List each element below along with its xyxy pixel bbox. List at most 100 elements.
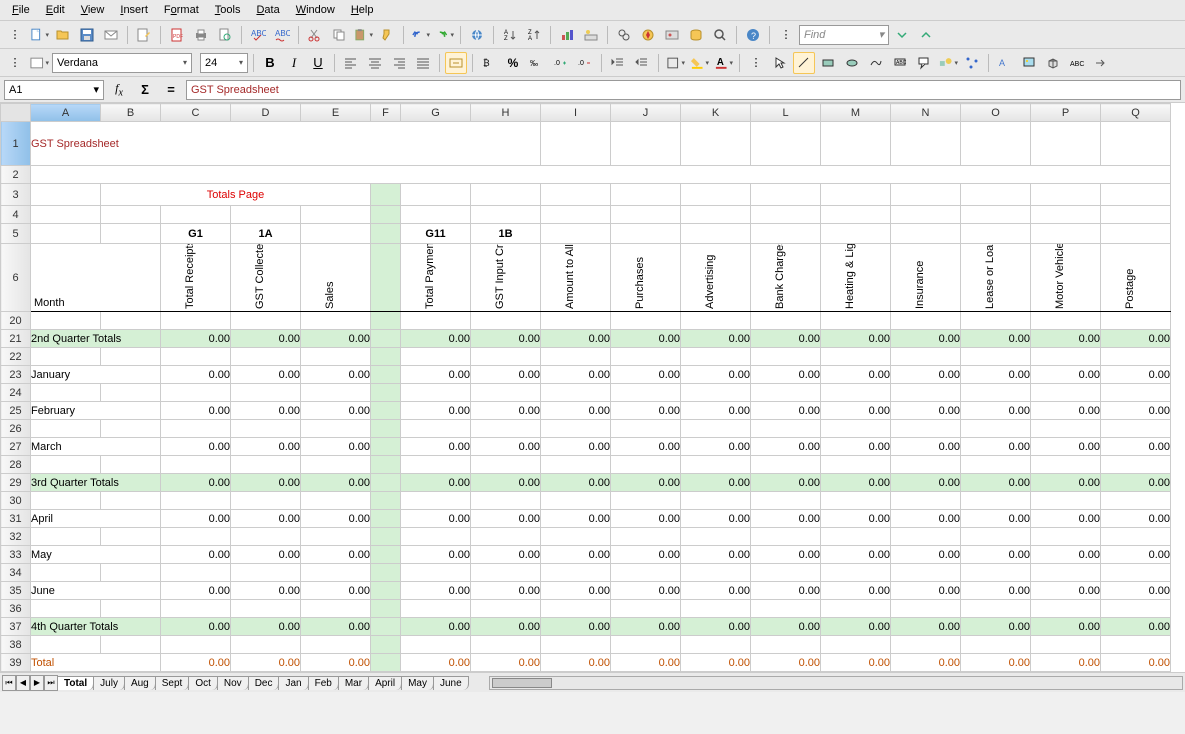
menu-view[interactable]: View: [73, 2, 113, 18]
cell[interactable]: 0.00: [751, 618, 821, 636]
align-left-button[interactable]: [340, 52, 362, 74]
cell[interactable]: 0.00: [231, 366, 301, 384]
row-header[interactable]: 22: [1, 348, 31, 366]
cell[interactable]: 0.00: [681, 474, 751, 492]
cell[interactable]: 0.00: [821, 402, 891, 420]
tab-next-button[interactable]: ▶: [30, 675, 44, 691]
bgcolor-button[interactable]: ▾: [688, 52, 710, 74]
cell[interactable]: 0.00: [541, 366, 611, 384]
from-file-button[interactable]: [1018, 52, 1040, 74]
cell[interactable]: 0.00: [471, 546, 541, 564]
chart-button[interactable]: [556, 24, 578, 46]
row-header[interactable]: 32: [1, 528, 31, 546]
menu-window[interactable]: Window: [288, 2, 343, 18]
menu-tools[interactable]: Tools: [207, 2, 249, 18]
sum-button[interactable]: Σ: [134, 79, 156, 101]
cell[interactable]: 0.00: [401, 582, 471, 600]
col-header-K[interactable]: K: [681, 104, 751, 122]
cell[interactable]: 0.00: [1031, 366, 1101, 384]
cell[interactable]: 0.00: [301, 654, 371, 672]
sheet-tab[interactable]: Dec: [248, 676, 280, 690]
col-header-D[interactable]: D: [231, 104, 301, 122]
borders-button[interactable]: ▾: [664, 52, 686, 74]
cell[interactable]: 0.00: [401, 402, 471, 420]
cell[interactable]: [31, 564, 101, 582]
cell[interactable]: [31, 420, 101, 438]
cell[interactable]: 0.00: [611, 510, 681, 528]
menu-insert[interactable]: Insert: [112, 2, 156, 18]
cell[interactable]: 0.00: [681, 582, 751, 600]
cell[interactable]: 0.00: [541, 474, 611, 492]
cell[interactable]: 0.00: [231, 438, 301, 456]
row-header[interactable]: 23: [1, 366, 31, 384]
cell[interactable]: 0.00: [401, 510, 471, 528]
cell[interactable]: 0.00: [611, 366, 681, 384]
italic-button[interactable]: I: [283, 52, 305, 74]
cell[interactable]: 0.00: [231, 330, 301, 348]
cell[interactable]: 0.00: [821, 654, 891, 672]
row-header[interactable]: 26: [1, 420, 31, 438]
cell[interactable]: 0.00: [1101, 474, 1171, 492]
sort-desc-button[interactable]: ZA: [523, 24, 545, 46]
cell[interactable]: 0.00: [161, 618, 231, 636]
subtitle-cell[interactable]: Totals Page: [101, 184, 371, 206]
cell[interactable]: 0.00: [471, 330, 541, 348]
find-button[interactable]: [613, 24, 635, 46]
sheet-tab[interactable]: Feb: [308, 676, 339, 690]
title-cell[interactable]: GST Spreadsheet: [31, 122, 541, 166]
row-header[interactable]: 37: [1, 618, 31, 636]
merge-cells-button[interactable]: [445, 52, 467, 74]
find-up-button[interactable]: [915, 24, 937, 46]
cell[interactable]: Purchases: [611, 244, 681, 312]
cell[interactable]: 0.00: [161, 402, 231, 420]
cell[interactable]: G1: [161, 224, 231, 244]
col-header-E[interactable]: E: [301, 104, 371, 122]
fontcolor-button[interactable]: A▾: [712, 52, 734, 74]
cell[interactable]: 1B: [471, 224, 541, 244]
currency-button[interactable]: ₿: [478, 52, 500, 74]
cell[interactable]: 1A: [231, 224, 301, 244]
cut-button[interactable]: [304, 24, 326, 46]
row-header[interactable]: 27: [1, 438, 31, 456]
row-header[interactable]: 35: [1, 582, 31, 600]
cell[interactable]: 0.00: [821, 546, 891, 564]
cell[interactable]: 0.00: [681, 618, 751, 636]
formula-input[interactable]: GST Spreadsheet: [186, 80, 1181, 100]
cell[interactable]: January: [31, 366, 161, 384]
cell[interactable]: 0.00: [1031, 546, 1101, 564]
cell[interactable]: 0.00: [231, 582, 301, 600]
col-header-C[interactable]: C: [161, 104, 231, 122]
cell[interactable]: GST Input Credits: [471, 244, 541, 312]
cell-reference-input[interactable]: A1▾: [4, 80, 104, 100]
cell[interactable]: 0.00: [471, 510, 541, 528]
cell[interactable]: Total: [31, 654, 161, 672]
cell[interactable]: 0.00: [161, 654, 231, 672]
cell[interactable]: 0.00: [471, 366, 541, 384]
points-button[interactable]: [961, 52, 983, 74]
font-name-select[interactable]: Verdana▾: [52, 53, 192, 73]
cell[interactable]: Month: [31, 244, 161, 312]
cell[interactable]: 0.00: [961, 474, 1031, 492]
cell[interactable]: Amount to Allocate: [541, 244, 611, 312]
cell[interactable]: 4th Quarter Totals: [31, 618, 161, 636]
sheet-tab[interactable]: May: [401, 676, 434, 690]
number-std-button[interactable]: ‰: [526, 52, 548, 74]
open-button[interactable]: [52, 24, 74, 46]
del-decimal-button[interactable]: .0: [574, 52, 596, 74]
undo-button[interactable]: ▾: [409, 24, 431, 46]
cell[interactable]: 0.00: [681, 438, 751, 456]
cell[interactable]: 0.00: [1031, 438, 1101, 456]
cell[interactable]: 0.00: [1101, 546, 1171, 564]
cell[interactable]: G11: [401, 224, 471, 244]
cell[interactable]: 0.00: [1101, 510, 1171, 528]
font-size-select[interactable]: 24▾: [200, 53, 248, 73]
col-header-B[interactable]: B: [101, 104, 161, 122]
cell[interactable]: May: [31, 546, 161, 564]
sheet-tab[interactable]: Nov: [217, 676, 249, 690]
align-justify-button[interactable]: [412, 52, 434, 74]
cell[interactable]: 0.00: [471, 618, 541, 636]
row-header[interactable]: 30: [1, 492, 31, 510]
cell[interactable]: 0.00: [301, 618, 371, 636]
cell[interactable]: 0.00: [1101, 330, 1171, 348]
cell[interactable]: Motor Vehicle Expense: [1031, 244, 1101, 312]
